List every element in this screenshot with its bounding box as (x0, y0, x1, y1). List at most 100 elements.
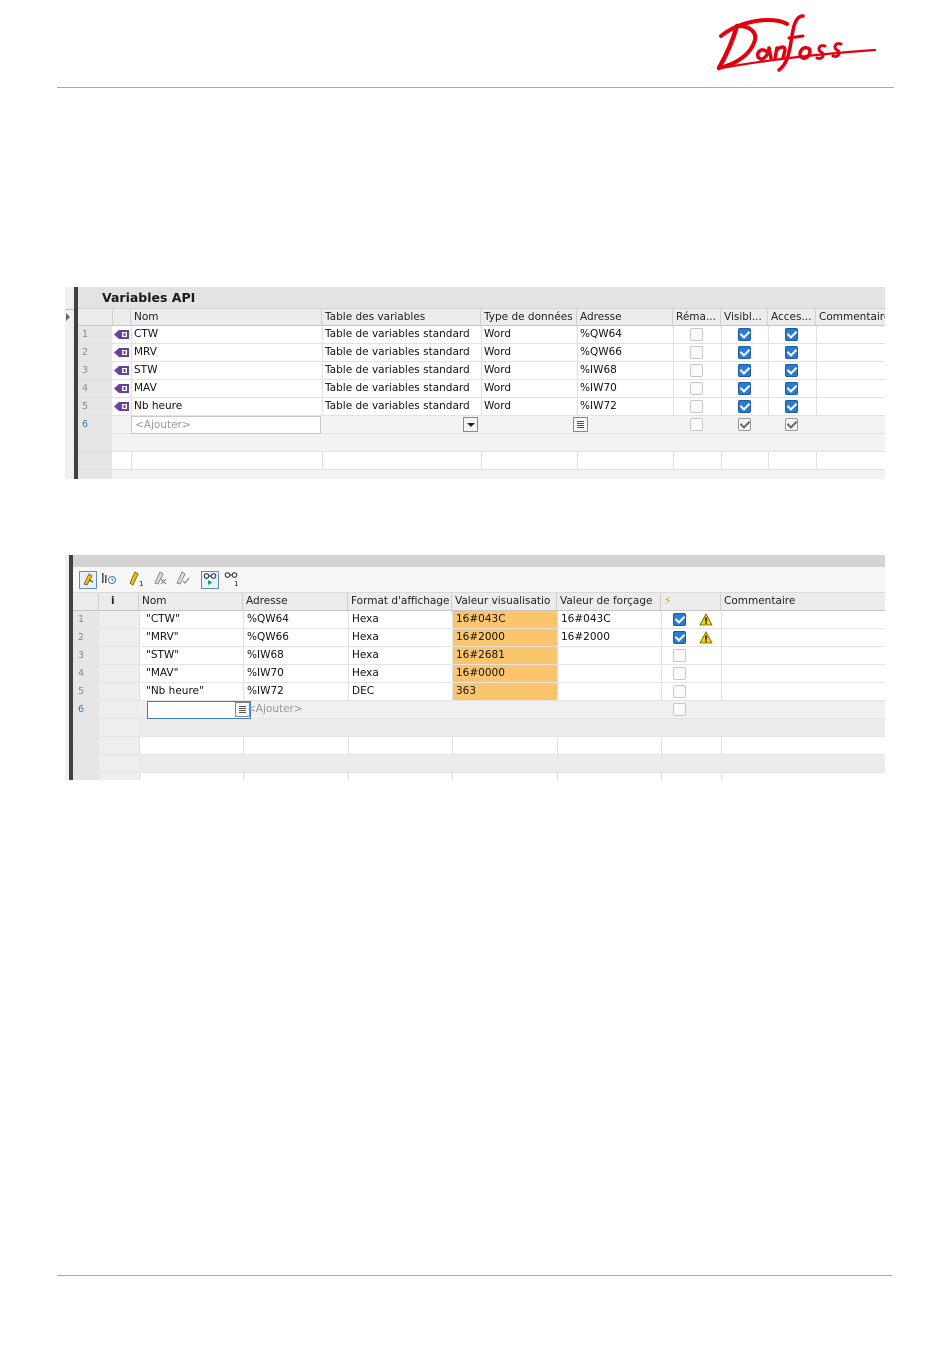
watch-name[interactable]: "Nb heure" (143, 683, 247, 700)
force-checkbox[interactable] (673, 613, 686, 626)
retain-checkbox[interactable] (690, 400, 703, 413)
watch-name[interactable]: "MAV" (143, 665, 247, 682)
watch-format[interactable]: Hexa (349, 647, 453, 664)
table-row[interactable]: 1 CTW Table de variables standard Word %… (78, 326, 885, 344)
force-value[interactable] (558, 683, 662, 700)
visible-checkbox[interactable] (738, 364, 751, 377)
watch-address[interactable]: %QW66 (244, 629, 348, 646)
tag-name[interactable]: CTW (131, 326, 322, 343)
col-force-flag[interactable]: ⚡ (661, 593, 721, 610)
force-value[interactable]: 16#2000 (558, 629, 662, 646)
col-comment[interactable]: Commentaire (816, 309, 885, 326)
add-address-input[interactable]: <Ajouter> (244, 701, 348, 718)
tag-table[interactable]: Table de variables standard (322, 380, 481, 397)
visible-checkbox[interactable] (738, 346, 751, 359)
tag-address[interactable]: %QW64 (577, 326, 673, 343)
tag-type[interactable]: Word (481, 344, 577, 361)
force-checkbox[interactable] (673, 703, 686, 716)
retain-checkbox[interactable] (690, 364, 703, 377)
access-checkbox[interactable] (785, 328, 798, 341)
col-format[interactable]: Format d'affichage (348, 593, 452, 610)
tag-address[interactable]: %IW72 (577, 398, 673, 415)
tag-table[interactable]: Table de variables standard (322, 326, 481, 343)
force-checkbox[interactable] (673, 649, 686, 662)
tag-name[interactable]: STW (131, 362, 322, 379)
force-checkbox[interactable] (673, 631, 686, 644)
access-checkbox[interactable] (785, 382, 798, 395)
watch-format[interactable]: Hexa (349, 665, 453, 682)
tag-name[interactable]: Nb heure (131, 398, 322, 415)
retain-checkbox[interactable] (690, 328, 703, 341)
col-force-value[interactable]: Valeur de forçage (557, 593, 661, 610)
access-checkbox[interactable] (785, 418, 798, 431)
table-row[interactable]: 5 "Nb heure" %IW72 DEC 363 (73, 683, 885, 701)
visible-checkbox[interactable] (738, 382, 751, 395)
watch-format[interactable]: Hexa (349, 629, 453, 646)
table-row[interactable]: 2 MRV Table de variables standard Word %… (78, 344, 885, 362)
unforce-icon[interactable] (173, 571, 191, 589)
visible-checkbox[interactable] (738, 418, 751, 431)
tag-name[interactable]: MAV (131, 380, 322, 397)
table-row[interactable]: 2 "MRV" %QW66 Hexa 16#2000 16#2000 (73, 629, 885, 647)
table-row[interactable]: 1 "CTW" %QW64 Hexa 16#043C 16#043C (73, 611, 885, 629)
force-checkbox[interactable] (673, 685, 686, 698)
modify-values-icon[interactable] (79, 571, 97, 589)
tag-table[interactable]: Table de variables standard (322, 344, 481, 361)
table-row[interactable]: 3 "STW" %IW68 Hexa 16#2681 (73, 647, 885, 665)
force-checkbox[interactable] (673, 667, 686, 680)
tag-type[interactable]: Word (481, 326, 577, 343)
tag-type[interactable]: Word (481, 362, 577, 379)
col-visible[interactable]: Visibl... (721, 309, 768, 326)
col-nom[interactable]: Nom (131, 309, 322, 326)
watch-address[interactable]: %IW70 (244, 665, 348, 682)
force-value[interactable] (558, 647, 662, 664)
access-checkbox[interactable] (785, 364, 798, 377)
col-access[interactable]: Acces... (768, 309, 816, 326)
col-table[interactable]: Table des variables (322, 309, 481, 326)
table-row[interactable]: 4 MAV Table de variables standard Word %… (78, 380, 885, 398)
tag-table[interactable]: Table de variables standard (322, 398, 481, 415)
watch-name[interactable]: "MRV" (143, 629, 247, 646)
force-icon[interactable] (151, 571, 169, 589)
force-value[interactable] (558, 665, 662, 682)
force-value[interactable]: 16#043C (558, 611, 662, 628)
add-row[interactable]: 6 <Ajouter> (78, 416, 885, 434)
col-address[interactable]: Adresse (577, 309, 673, 326)
col-type[interactable]: Type de données (481, 309, 577, 326)
add-row[interactable]: 6 <Ajouter> (73, 701, 885, 719)
table-row[interactable]: 4 "MAV" %IW70 Hexa 16#0000 (73, 665, 885, 683)
expand-arrow-icon[interactable] (66, 313, 70, 321)
monitor-once-icon-2[interactable]: 1 (223, 571, 241, 589)
watch-format[interactable]: Hexa (349, 611, 453, 628)
watch-address[interactable]: %QW64 (244, 611, 348, 628)
collapse-bar[interactable] (65, 287, 74, 479)
tag-name[interactable]: MRV (131, 344, 322, 361)
watch-address[interactable]: %IW68 (244, 647, 348, 664)
col-monitor-value[interactable]: Valeur visualisatio (452, 593, 557, 610)
tag-type[interactable]: Word (481, 380, 577, 397)
tag-table[interactable]: Table de variables standard (322, 362, 481, 379)
retain-checkbox[interactable] (690, 346, 703, 359)
modify-now-icon[interactable]: 1 (127, 571, 145, 589)
table-dropdown-button[interactable] (463, 417, 478, 432)
access-checkbox[interactable] (785, 400, 798, 413)
tag-address[interactable]: %QW66 (577, 344, 673, 361)
visible-checkbox[interactable] (738, 400, 751, 413)
tag-address[interactable]: %IW70 (577, 380, 673, 397)
watch-address[interactable]: %IW72 (244, 683, 348, 700)
watch-format[interactable]: DEC (349, 683, 453, 700)
table-row[interactable]: 5 Nb heure Table de variables standard W… (78, 398, 885, 416)
col-address[interactable]: Adresse (243, 593, 348, 610)
watch-name[interactable]: "STW" (143, 647, 247, 664)
col-nom[interactable]: Nom (139, 593, 243, 610)
col-retain[interactable]: Réma... (673, 309, 721, 326)
table-row[interactable]: 3 STW Table de variables standard Word %… (78, 362, 885, 380)
address-list-button[interactable] (573, 417, 588, 432)
col-comment[interactable]: Commentaire (721, 593, 885, 610)
monitor-all-icon[interactable] (201, 571, 219, 589)
access-checkbox[interactable] (785, 346, 798, 359)
col-info[interactable]: i (99, 593, 139, 610)
retain-checkbox[interactable] (690, 418, 703, 431)
tag-type[interactable]: Word (481, 398, 577, 415)
add-tag-input[interactable]: <Ajouter> (131, 416, 321, 434)
